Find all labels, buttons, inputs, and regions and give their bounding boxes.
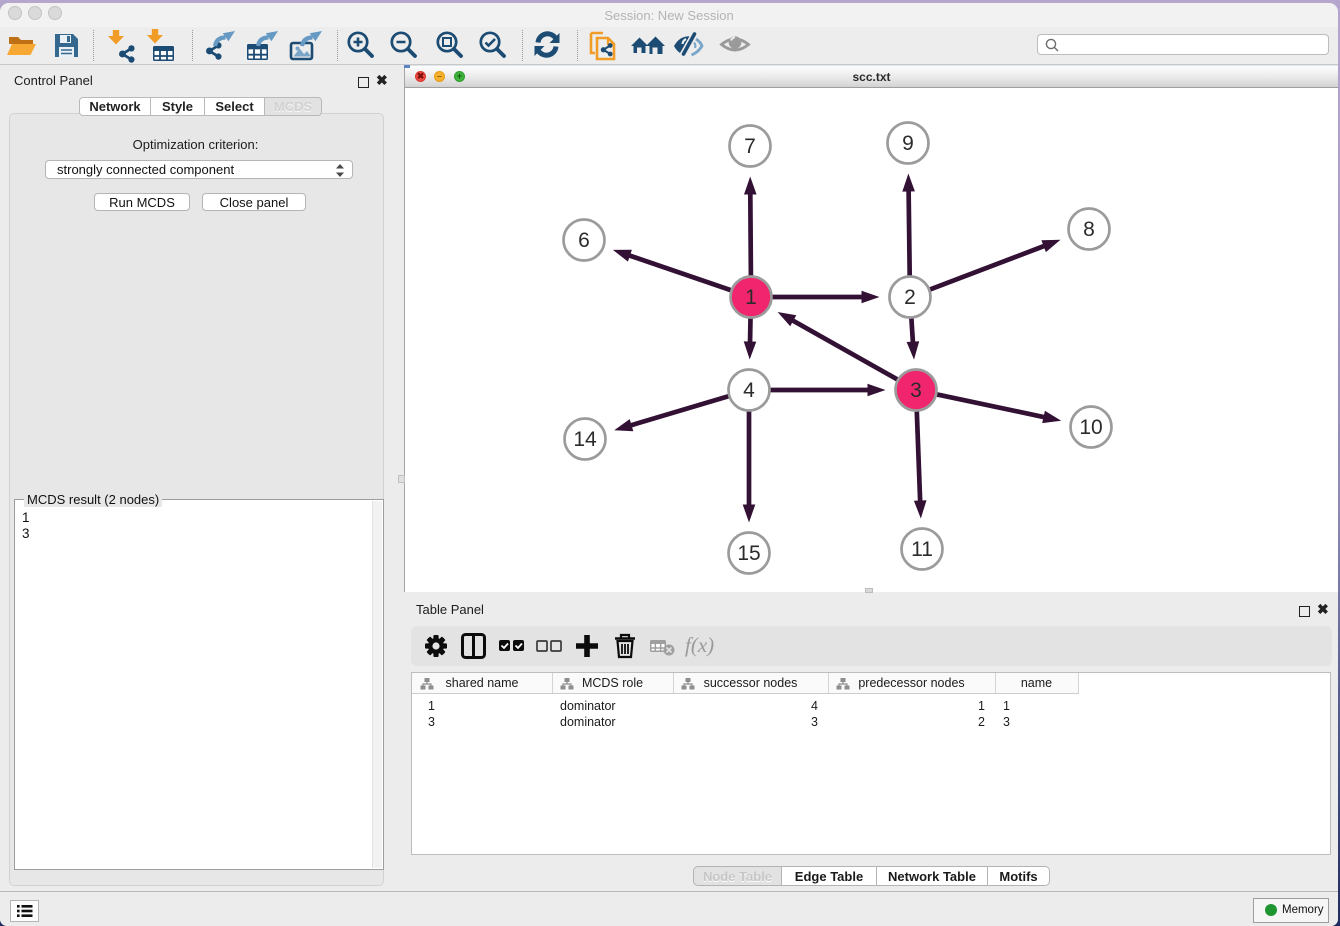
svg-text:1: 1: [745, 286, 757, 309]
svg-text:10: 10: [1079, 416, 1102, 439]
svg-text:2: 2: [904, 286, 916, 309]
svg-text:3: 3: [910, 379, 922, 402]
svg-text:8: 8: [1083, 218, 1095, 241]
svg-text:6: 6: [578, 229, 590, 252]
svg-text:4: 4: [743, 379, 755, 402]
svg-text:11: 11: [911, 538, 933, 561]
svg-text:9: 9: [902, 132, 914, 155]
svg-text:14: 14: [573, 428, 597, 451]
svg-text:15: 15: [737, 542, 760, 565]
svg-text:7: 7: [744, 135, 756, 158]
